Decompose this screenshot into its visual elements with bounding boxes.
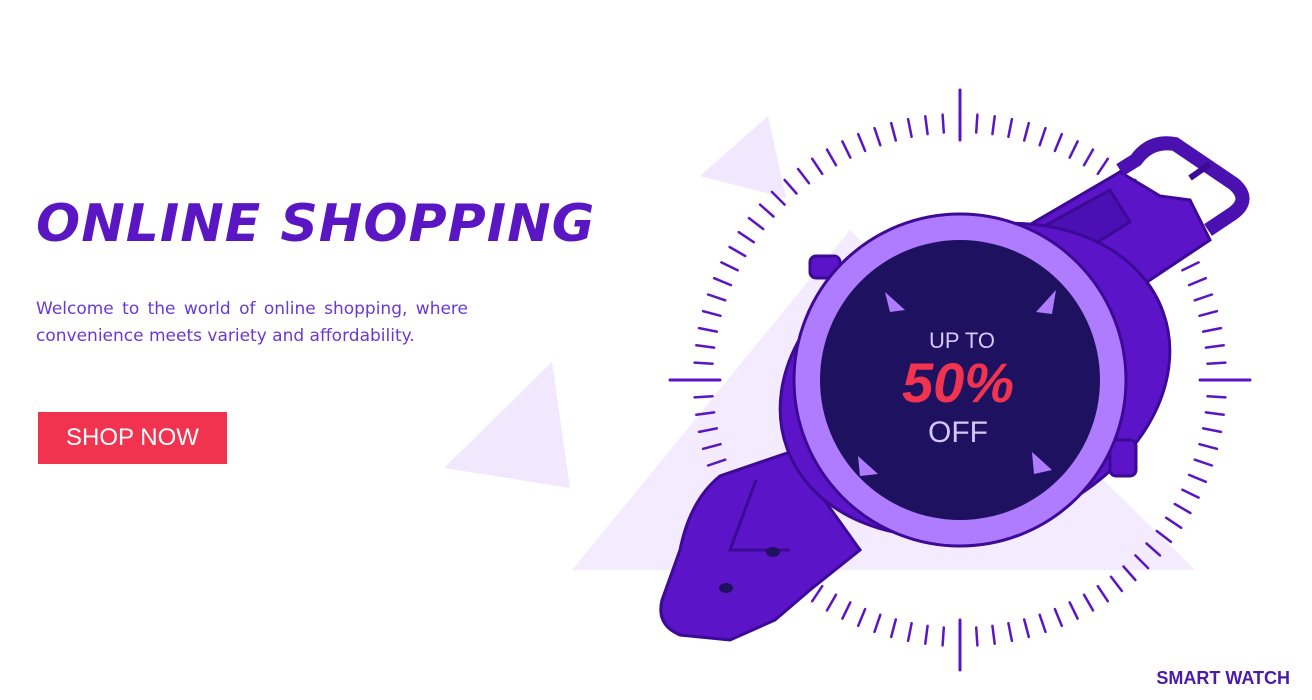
tick-mark xyxy=(924,624,929,645)
tick-mark xyxy=(1206,361,1227,366)
tick-mark xyxy=(1201,427,1223,434)
tick-mark xyxy=(1068,601,1079,620)
tick-mark xyxy=(841,601,852,620)
tick-mark xyxy=(825,593,838,612)
tick-mark xyxy=(1181,488,1200,499)
tick-mark xyxy=(1206,394,1227,399)
tick-mark xyxy=(1201,326,1223,333)
tick-mark xyxy=(856,132,867,153)
tick-mark xyxy=(1082,148,1095,167)
tick-mark xyxy=(697,326,719,333)
tick-mark xyxy=(1007,621,1014,643)
tick-mark xyxy=(1022,121,1031,142)
tick-mark xyxy=(906,621,913,643)
tick-mark xyxy=(706,293,727,302)
face-line-1: UP TO xyxy=(929,328,995,353)
tick-mark xyxy=(1173,502,1192,515)
tick-mark xyxy=(1198,442,1219,451)
tick-mark xyxy=(941,626,946,647)
tick-mark xyxy=(693,394,714,399)
tick-mark xyxy=(1187,473,1208,484)
corner-label: SMART WATCH xyxy=(1156,668,1290,688)
tick-mark xyxy=(1096,584,1110,603)
tick-mark xyxy=(1053,132,1064,153)
tick-mark xyxy=(974,626,979,647)
tick-mark xyxy=(1096,157,1110,176)
tick-mark xyxy=(1068,140,1079,159)
tick-mark xyxy=(693,361,714,366)
tick-mark xyxy=(1109,575,1124,593)
tick-mark xyxy=(1038,613,1047,634)
triangle-small-top xyxy=(700,116,786,198)
shop-now-button[interactable]: SHOP NOW xyxy=(38,412,227,464)
tick-mark xyxy=(1193,458,1214,467)
description: Welcome to the world of online shopping,… xyxy=(36,299,468,346)
tick-mark xyxy=(758,203,775,218)
tick-mark xyxy=(1198,309,1219,318)
tick-mark xyxy=(1164,516,1183,530)
face-line-2: 50% xyxy=(902,351,1014,414)
tick-mark xyxy=(1204,344,1225,349)
tick-mark xyxy=(712,276,733,287)
tick-mark xyxy=(906,117,913,139)
tick-mark xyxy=(1053,607,1064,628)
tick-mark xyxy=(1007,117,1014,139)
tick-mark xyxy=(924,115,929,136)
tick-mark xyxy=(1181,261,1200,272)
tick-mark xyxy=(1022,618,1031,639)
tick-mark xyxy=(825,148,838,167)
tick-mark xyxy=(1193,293,1214,302)
tick-mark xyxy=(974,113,979,134)
tick-mark xyxy=(873,613,882,634)
tick-mark xyxy=(991,115,996,136)
watch-illustration: UP TO 50% OFF xyxy=(444,88,1252,672)
tick-mark xyxy=(889,618,898,639)
tick-mark xyxy=(728,245,747,258)
tick-mark xyxy=(1187,276,1208,287)
tick-mark xyxy=(747,216,765,231)
tick-mark xyxy=(1082,593,1095,612)
triangle-left xyxy=(444,362,570,488)
face-line-3: OFF xyxy=(928,416,988,449)
tick-mark xyxy=(889,121,898,142)
tick-mark xyxy=(941,113,946,134)
tick-mark xyxy=(856,607,867,628)
tick-mark xyxy=(810,157,824,176)
tick-mark xyxy=(873,126,882,147)
tick-mark xyxy=(841,140,852,159)
promo-banner: ONLINE SHOPPING Welcome to the world of … xyxy=(0,0,1312,700)
tick-mark xyxy=(695,344,716,349)
tick-mark xyxy=(796,167,811,185)
tick-mark xyxy=(720,261,739,272)
tick-mark xyxy=(1038,126,1047,147)
tick-mark xyxy=(991,624,996,645)
tick-mark xyxy=(737,230,756,244)
tick-mark xyxy=(783,178,798,195)
tick-mark xyxy=(1204,411,1225,416)
tick-mark xyxy=(701,309,722,318)
